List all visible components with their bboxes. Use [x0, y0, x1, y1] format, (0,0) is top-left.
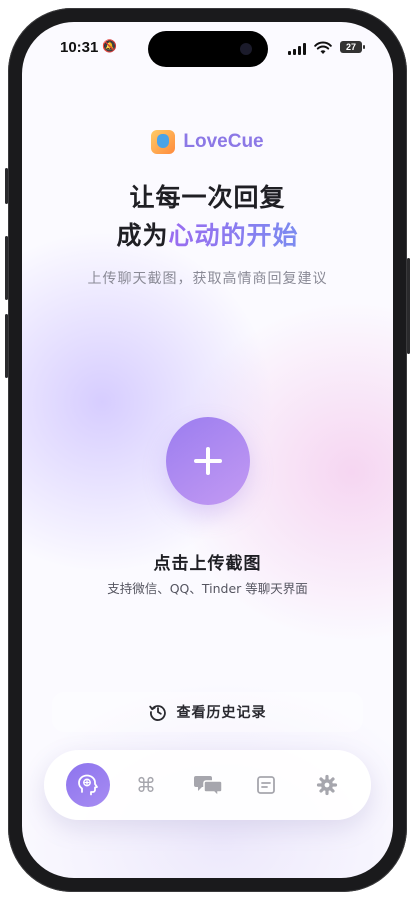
headline-line-1: 让每一次回复: [129, 183, 286, 212]
upload-hint: 支持微信、QQ、Tinder 等聊天界面: [107, 581, 308, 596]
camera-lens: [240, 43, 252, 55]
cellular-signal-icon: [288, 43, 308, 55]
bottom-tab-bar: ⌘: [44, 750, 371, 820]
silent-bell-icon: 🔕: [102, 39, 117, 53]
dynamic-island: [148, 31, 268, 67]
tab-cards[interactable]: [244, 763, 288, 807]
gear-icon: [316, 774, 338, 796]
status-time: 10:31: [60, 39, 99, 56]
brand-header: LoveCue: [22, 130, 393, 154]
tab-settings[interactable]: [305, 763, 349, 807]
upload-screenshot-button[interactable]: [166, 417, 250, 505]
command-icon: ⌘: [136, 773, 156, 797]
headline-line-2: 成为心动的开始: [22, 216, 393, 252]
tab-brain[interactable]: [66, 763, 110, 807]
app-screen: 10:31 🔕 27 LoveCue 让每一次回复 成为心动的开始 上传聊天截图…: [22, 22, 393, 878]
battery-icon: 27: [340, 41, 365, 53]
chat-bubbles-icon: [194, 776, 223, 798]
headline-prefix: 成为: [116, 221, 169, 250]
view-history-button[interactable]: 查看历史记录: [52, 692, 363, 732]
app-name: LoveCue: [183, 131, 264, 152]
wifi-icon: [314, 41, 332, 54]
app-logo-icon: [151, 130, 176, 154]
tab-chats[interactable]: [186, 763, 230, 807]
card-icon: [257, 776, 275, 794]
tab-command[interactable]: ⌘: [124, 763, 168, 807]
upload-title[interactable]: 点击上传截图: [22, 549, 393, 574]
power-button: [407, 258, 410, 354]
headline-accent: 心动的开始: [168, 221, 299, 250]
history-clock-icon: [148, 705, 166, 721]
volume-down-button: [5, 314, 8, 378]
volume-up-button: [5, 236, 8, 300]
action-button: [5, 168, 8, 204]
hero-subtitle: 上传聊天截图，获取高情商回复建议: [87, 271, 328, 287]
brain-icon: [78, 774, 98, 796]
plus-icon-vertical: [206, 447, 210, 475]
view-history-label: 查看历史记录: [176, 705, 267, 721]
